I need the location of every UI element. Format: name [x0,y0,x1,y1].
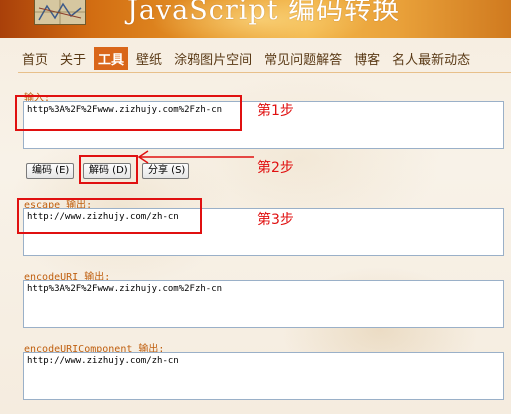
nav-item-blog[interactable]: 博客 [350,47,384,70]
step1-annotation: 第1步 [257,103,294,119]
nav-item-graffiti-space[interactable]: 涂鸦图片空间 [170,47,256,70]
encodeuricomponent-output-textarea[interactable] [23,352,504,400]
step2-highlight [79,155,138,184]
site-logo [34,0,86,25]
site-banner: JavaScript 编码转换 [0,0,511,38]
encode-button[interactable]: 编码 (E) [26,163,74,179]
step1-highlight [15,95,242,131]
step3-highlight [17,198,202,234]
nav-item-wallpaper[interactable]: 壁纸 [132,47,166,70]
nav-item-about[interactable]: 关于 [56,47,90,70]
step2-arrow-icon [137,150,254,164]
nav-item-home[interactable]: 首页 [18,47,52,70]
nav-divider [18,72,511,73]
share-button[interactable]: 分享 (S) [142,163,189,179]
step2-annotation: 第2步 [257,160,294,176]
nav-item-tools[interactable]: 工具 [94,46,129,70]
main-nav: 首页 关于 工具 壁纸 涂鸦图片空间 常见问题解答 博客 名人最新动态 [18,45,511,71]
site-title: JavaScript 编码转换 [127,0,401,26]
nav-item-faq[interactable]: 常见问题解答 [260,47,346,70]
nav-item-celebrity-news[interactable]: 名人最新动态 [388,47,474,70]
encodeuri-output-textarea[interactable] [23,280,504,328]
step3-annotation: 第3步 [257,212,294,228]
